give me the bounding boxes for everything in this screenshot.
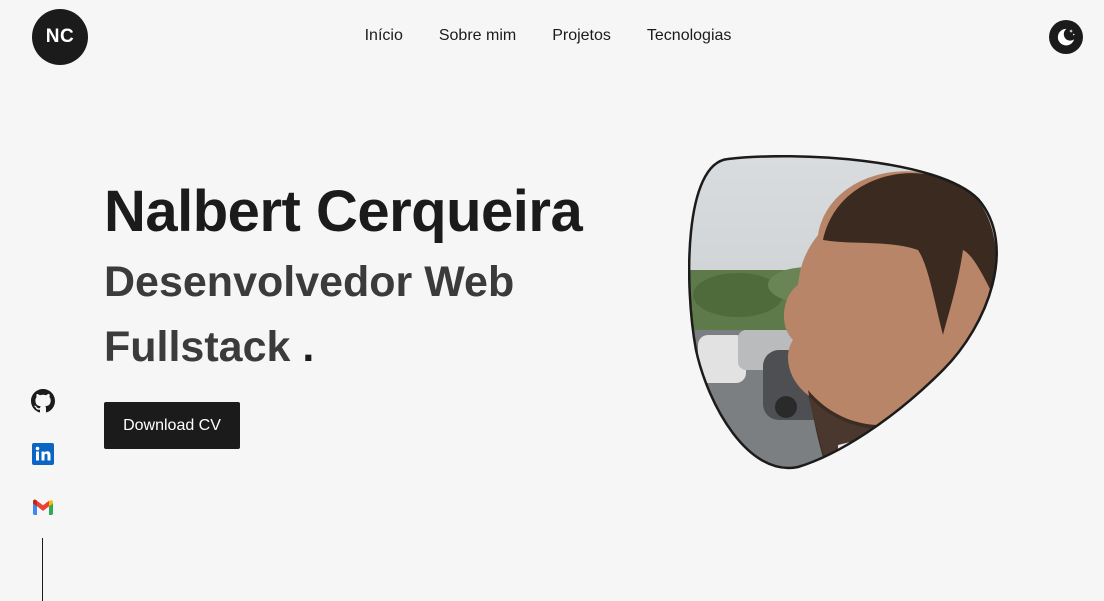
moon-stars-icon	[1057, 28, 1075, 46]
nav-link-inicio[interactable]: Início	[365, 27, 403, 45]
github-icon	[31, 389, 55, 413]
nav-link-sobre-mim[interactable]: Sobre mim	[439, 27, 516, 45]
gmail-link[interactable]	[31, 496, 55, 520]
hero-role-dot: .	[302, 323, 315, 371]
social-divider-line	[42, 538, 43, 601]
main-nav: Início Sobre mim Projetos Tecnologias	[0, 27, 1104, 45]
hero-role-line1: Desenvolvedor Web	[104, 258, 515, 306]
gmail-icon	[33, 499, 53, 515]
hero-name: Nalbert Cerqueira	[104, 179, 583, 244]
nav-link-tecnologias[interactable]: Tecnologias	[647, 27, 732, 45]
linkedin-link[interactable]	[31, 442, 55, 466]
github-link[interactable]	[31, 389, 55, 413]
hero-role-line2: Fullstack	[104, 323, 291, 371]
linkedin-icon	[32, 443, 54, 465]
theme-toggle-button[interactable]	[1049, 20, 1083, 54]
hero-role: Desenvolvedor Web Fullstack.	[104, 250, 574, 380]
download-cv-button[interactable]: Download CV	[104, 402, 240, 449]
nav-link-projetos[interactable]: Projetos	[552, 27, 611, 45]
profile-photo	[688, 155, 998, 470]
